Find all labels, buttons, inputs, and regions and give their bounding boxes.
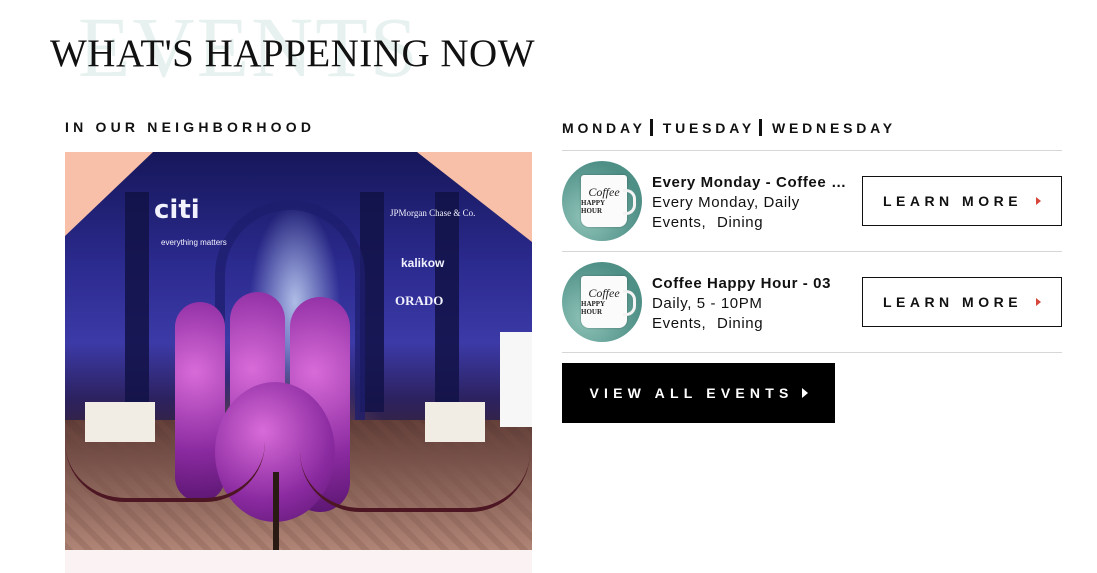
sponsor-sign-jpmorgan: JPMorgan Chase & Co. [390,208,476,218]
event-category[interactable]: Dining [717,214,763,231]
event-row: Coffee HAPPY HOUR Every Monday - Coffee … [562,151,1062,252]
sponsor-sign-orado: ORADO [395,293,444,308]
event-category[interactable]: Events [652,315,701,332]
event-title[interactable]: Every Monday - Coffee Happy Hour [652,173,852,193]
learn-more-label: LEARN MORE [882,193,1023,209]
sponsor-sign-citi: citi [154,195,200,225]
chevron-right-icon [1036,197,1042,205]
day-divider [649,119,653,136]
chevron-right-icon [1036,298,1042,306]
day-filter: MONDAY TUESDAY WEDNESDAY [562,119,896,136]
day-wednesday[interactable]: WEDNESDAY [772,120,896,136]
event-thumbnail[interactable]: Coffee HAPPY HOUR [562,161,642,241]
event-info: Every Monday - Coffee Happy Hour Every M… [652,173,852,233]
mug-text-happy-hour: HAPPY HOUR [581,300,605,316]
page-title: WHAT'S HAPPENING NOW [50,32,536,75]
mug-text-happy-hour: HAPPY HOUR [581,199,605,215]
neighborhood-label: IN OUR NEIGHBORHOOD [65,119,316,135]
featured-image-caption-strip [65,550,532,573]
mug-text-coffee: Coffee [588,286,620,301]
photo-table [425,402,485,442]
featured-event-image[interactable]: citi everything matters JPMorgan Chase &… [65,152,532,550]
coffee-mug-image: Coffee HAPPY HOUR [581,276,636,328]
event-title[interactable]: Coffee Happy Hour - 03 [652,274,852,294]
event-row: Coffee HAPPY HOUR Coffee Happy Hour - 03… [562,252,1062,353]
events-list: Coffee HAPPY HOUR Every Monday - Coffee … [562,150,1062,353]
event-categories: Events, Dining [652,214,764,231]
day-monday[interactable]: MONDAY [562,120,646,136]
sponsor-sign-kalikow: kalikow [401,256,445,270]
photo-pillar [125,192,149,412]
coffee-mug-image: Coffee HAPPY HOUR [581,175,636,227]
event-when: Every Monday, Daily [652,194,800,211]
learn-more-button[interactable]: LEARN MORE [862,277,1062,327]
photo-post [273,472,279,550]
photo-rope [65,442,265,502]
photo-sign-board [500,332,532,427]
view-all-events-button[interactable]: VIEW ALL EVENTS [562,363,835,423]
sponsor-sign-small: everything matters [161,238,227,247]
learn-more-label: LEARN MORE [882,294,1023,310]
event-category[interactable]: Events [652,214,701,231]
learn-more-button[interactable]: LEARN MORE [862,176,1062,226]
day-tuesday[interactable]: TUESDAY [663,120,755,136]
photo-table [85,402,155,442]
mug-text-coffee: Coffee [588,185,620,200]
featured-photo: citi everything matters JPMorgan Chase &… [65,152,532,550]
event-when: Daily, 5 - 10PM [652,295,763,312]
event-info: Coffee Happy Hour - 03 Daily, 5 - 10PM E… [652,274,852,334]
caret-right-icon [801,388,808,398]
view-all-events-label: VIEW ALL EVENTS [589,385,794,401]
event-category[interactable]: Dining [717,315,763,332]
day-divider [758,119,762,136]
event-thumbnail[interactable]: Coffee HAPPY HOUR [562,262,642,342]
event-categories: Events, Dining [652,315,764,332]
photo-rope [300,452,530,512]
